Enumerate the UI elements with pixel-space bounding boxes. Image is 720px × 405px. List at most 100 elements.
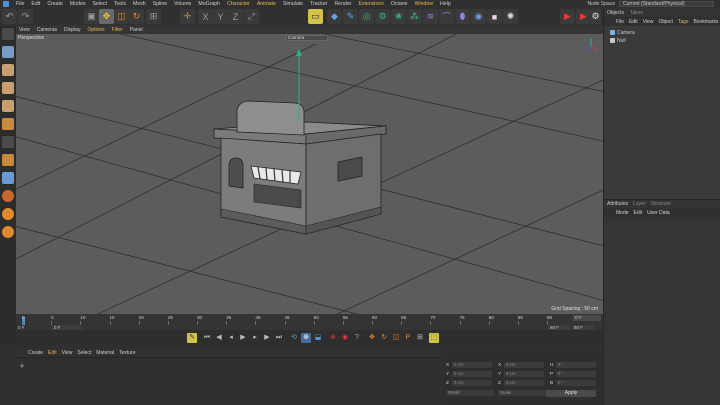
deformer-icon[interactable]: ≋ (423, 9, 438, 24)
move-tool-icon[interactable]: ✥ (99, 9, 114, 24)
tab-attributes[interactable]: Attributes (607, 201, 628, 207)
viewport-menu-cameras[interactable]: Cameras (37, 27, 57, 33)
menu-spline[interactable]: Spline (153, 1, 167, 7)
menu-animate[interactable]: Animate (257, 1, 276, 7)
object-menu-view[interactable]: View (643, 19, 654, 25)
point-level-key-icon[interactable]: ⊞ (415, 333, 425, 343)
tab-objects[interactable]: Objects (607, 10, 624, 16)
x-axis-lock-icon[interactable]: X (198, 9, 213, 24)
render-picture-viewer-icon[interactable]: ▶ (576, 9, 591, 24)
locked-workplane-icon[interactable] (2, 190, 14, 202)
object-menu-file[interactable]: File (616, 19, 624, 25)
menu-create[interactable]: Create (47, 1, 63, 7)
model-mode-icon-side[interactable] (2, 100, 14, 112)
attribute-menu-edit[interactable]: Edit (634, 210, 643, 216)
menu-window[interactable]: Window (415, 1, 433, 7)
scale-key-icon[interactable]: ◫ (391, 333, 401, 343)
polygons-mode-icon[interactable] (2, 82, 14, 94)
transform-icon[interactable]: ⊞ (146, 9, 161, 24)
texture-mode-icon[interactable] (2, 118, 14, 130)
axis-mode-icon[interactable] (2, 136, 14, 148)
mograph-icon[interactable]: ❀ (391, 9, 406, 24)
pos-z-field[interactable]: 0 cm (452, 380, 492, 386)
menu-render[interactable]: Render (334, 1, 351, 7)
live-selection-icon[interactable]: ▣ (84, 9, 99, 24)
make-editable-icon[interactable] (2, 28, 14, 40)
viewport-menu-display[interactable]: Display (64, 27, 80, 33)
visibility-dots-icon[interactable]: ⁚ (717, 38, 718, 43)
menu-simulate[interactable]: Simulate (283, 1, 303, 7)
menu-octane[interactable]: Octane (391, 1, 408, 7)
snap-icon[interactable] (2, 154, 14, 166)
material-menu-material[interactable]: Material (96, 350, 114, 356)
object-row-null[interactable]: Null ⁚ (610, 37, 718, 44)
autokey-icon[interactable]: ◉ (340, 333, 350, 343)
render-view-icon[interactable]: ▶ (560, 9, 575, 24)
menu-mograph[interactable]: MoGraph (198, 1, 220, 7)
rotation-key-icon[interactable]: ↻ (379, 333, 389, 343)
light-icon[interactable]: ✺ (503, 9, 518, 24)
undo-icon[interactable]: ↶ (2, 9, 17, 24)
tab-layer[interactable]: Layer (633, 201, 646, 207)
attribute-menu-mode[interactable]: Mode (616, 210, 629, 216)
object-list[interactable] (604, 26, 720, 199)
material-menu-create[interactable]: Create (28, 350, 43, 356)
rot-p-field[interactable]: 0 ° (556, 371, 596, 377)
object-menu-tags[interactable]: Tags (678, 19, 689, 25)
menu-select[interactable]: Select (92, 1, 106, 7)
workplane-icon[interactable] (2, 172, 14, 184)
size-mode-dropdown[interactable]: Scale (498, 390, 546, 396)
edges-mode-icon[interactable] (2, 64, 14, 76)
next-key-icon[interactable]: ▶ (262, 333, 272, 343)
subdivision-icon[interactable]: ◎ (359, 9, 374, 24)
model-mode-icon[interactable]: ▭ (308, 9, 323, 24)
solo-hierarchy-icon[interactable] (2, 226, 14, 238)
redo-icon[interactable]: ↷ (18, 9, 33, 24)
perspective-viewport[interactable]: Perspective Camera Grid Spacing : 50 cm (16, 34, 603, 314)
keyframe-selection-icon[interactable]: ? (352, 333, 362, 343)
y-axis-lock-icon[interactable]: Y (213, 9, 228, 24)
size-z-field[interactable]: 0 cm (504, 380, 544, 386)
bend-icon[interactable]: ⌒ (439, 9, 454, 24)
position-key-icon[interactable]: ✥ (367, 333, 377, 343)
viewport-menu-view[interactable]: View (19, 27, 30, 33)
scale-tool-icon[interactable]: ◫ (114, 9, 129, 24)
pen-icon[interactable]: ✎ (343, 9, 358, 24)
menu-tools[interactable]: Tools (114, 1, 126, 7)
apply-button[interactable]: Apply (546, 390, 596, 397)
viewport-menu-panel[interactable]: Panel (130, 27, 143, 33)
cloner-icon[interactable]: ⚙ (375, 9, 390, 24)
pos-x-field[interactable]: 0 cm (452, 362, 492, 368)
add-material-button[interactable]: + (17, 361, 27, 371)
solo-icon[interactable] (2, 208, 14, 220)
pos-y-field[interactable]: 0 cm (452, 371, 492, 377)
record-keys-icon[interactable]: ⊗ (328, 333, 338, 343)
menu-extensions[interactable]: Extensions (358, 1, 383, 7)
z-axis-lock-icon[interactable]: Z (228, 9, 243, 24)
viewport-menu-options[interactable]: Options (87, 27, 104, 33)
material-menu-texture[interactable]: Texture (119, 350, 135, 356)
object-menu-object[interactable]: Object (658, 19, 672, 25)
menu-file[interactable]: File (16, 1, 24, 7)
cube-icon[interactable]: ◆ (327, 9, 342, 24)
menu-edit[interactable]: Edit (31, 1, 40, 7)
go-to-start-icon[interactable]: ⏮ (202, 333, 212, 343)
parameter-key-icon[interactable]: P (403, 333, 413, 343)
size-y-field[interactable]: 0 cm (504, 371, 544, 377)
loop-icon[interactable]: ⟲ (289, 333, 299, 343)
points-mode-icon[interactable] (2, 46, 14, 58)
menu-volume[interactable]: Volume (174, 1, 191, 7)
coordinate-system-icon[interactable]: ⤢ (244, 9, 259, 24)
app-icon[interactable] (3, 1, 9, 7)
material-list[interactable] (16, 357, 443, 405)
render-settings-icon[interactable]: ⚙ (590, 9, 601, 24)
effector-icon[interactable]: ⁂ (407, 9, 422, 24)
object-menu-edit[interactable]: Edit (629, 19, 638, 25)
building-model[interactable] (213, 100, 387, 235)
rot-h-field[interactable]: 0 ° (556, 362, 596, 368)
menu-help[interactable]: Help (440, 1, 451, 7)
tab-structure[interactable]: Structure (651, 201, 671, 207)
keyframe-record-icon[interactable]: ✎ (187, 333, 197, 343)
camera-dropdown[interactable]: Camera (286, 35, 328, 41)
material-menu-select[interactable]: Select (77, 350, 91, 356)
